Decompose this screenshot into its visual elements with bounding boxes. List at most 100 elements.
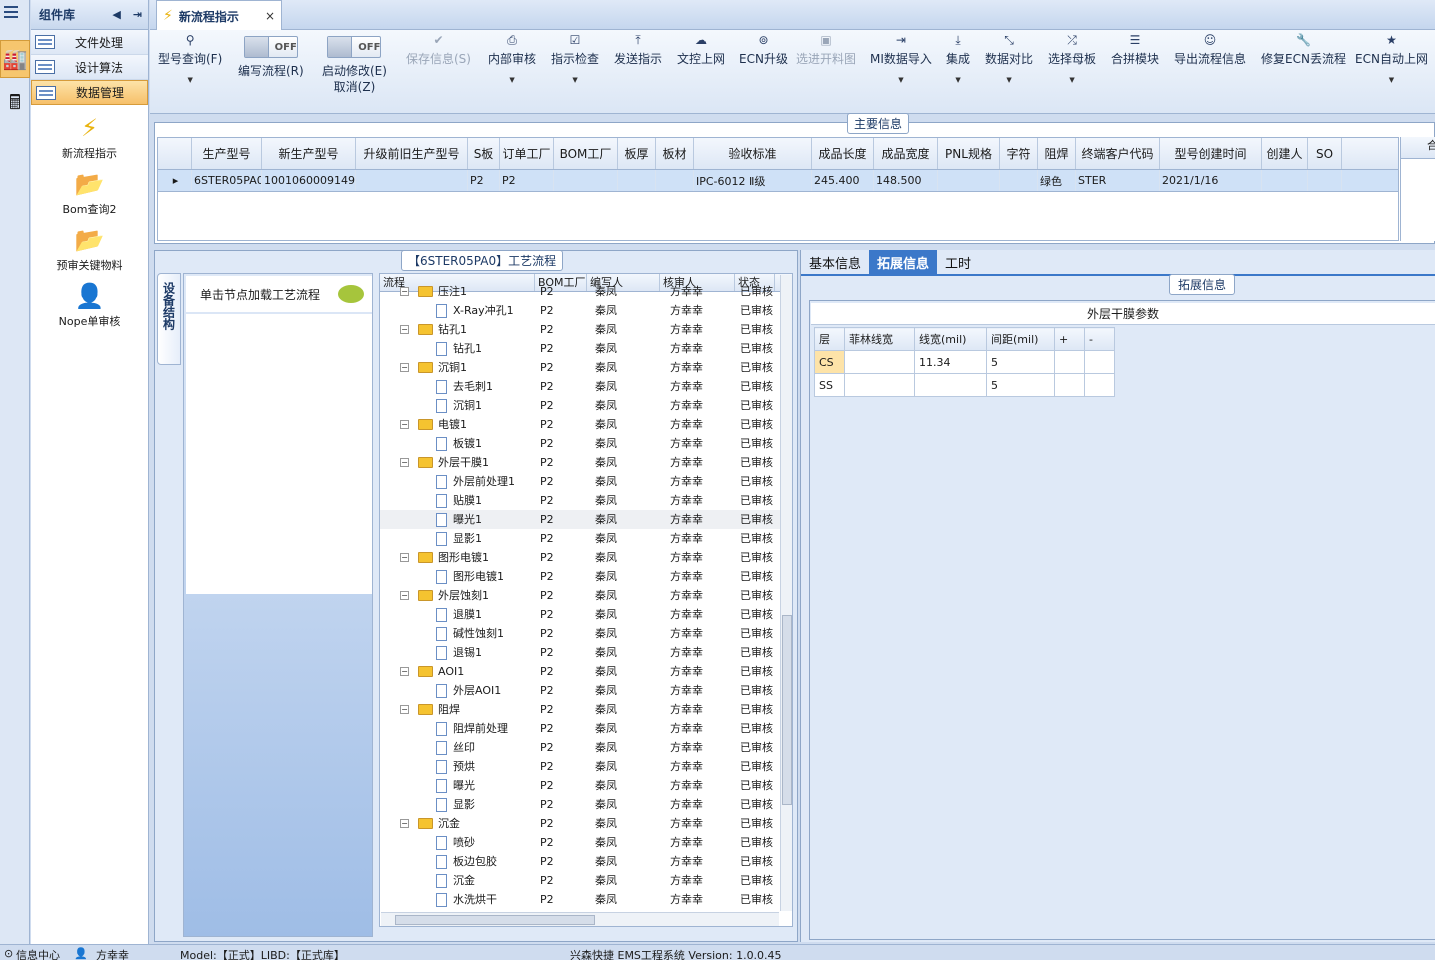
component-item[interactable]: 设计算法 — [31, 55, 148, 80]
table-row[interactable]: ▸ 6STER05PA0 10010600091493 P2 P2 IPC-6012 Ⅱ级… — [158, 170, 1398, 192]
grid-cell[interactable] — [1000, 170, 1038, 191]
grid-cell[interactable] — [618, 170, 656, 191]
grid-cell[interactable]: 2021/1/16 — [1160, 170, 1262, 191]
integrate-button[interactable]: ⤓ 集成 ▼ — [946, 30, 970, 84]
tree-row[interactable]: − 沉铜1 P2 秦凤 方幸幸 已审核 — [380, 358, 792, 377]
info-center-icon[interactable]: ⊙ — [4, 947, 13, 960]
grid-column-header[interactable]: 字符 — [1000, 138, 1038, 169]
grid-column-header[interactable]: 型号创建时间 — [1160, 138, 1262, 169]
grid-column-header[interactable]: BOM工厂 — [554, 138, 618, 169]
tree-row[interactable]: 沉金 P2 秦凤 方幸幸 已审核 — [380, 871, 792, 890]
tree-row[interactable]: 水洗烘干 P2 秦凤 方幸幸 已审核 — [380, 890, 792, 909]
tool-item[interactable]: 📂 预审关键物料 — [31, 223, 148, 273]
component-item[interactable]: 文件处理 — [31, 30, 148, 55]
tree-row[interactable]: 丝印 P2 秦凤 方幸幸 已审核 — [380, 738, 792, 757]
tree-row[interactable]: − 沉金 P2 秦凤 方幸幸 已审核 — [380, 814, 792, 833]
tool-item[interactable]: 📂 Bom查询2 — [31, 167, 148, 217]
ecn-auto-upload-button[interactable]: ★ ECN自动上网 ▼ — [1355, 30, 1428, 84]
info-center-label[interactable]: 信息中心 — [16, 947, 60, 960]
collapse-left-icon[interactable]: ◀ — [112, 8, 120, 21]
instruction-check-button[interactable]: ☑ 指示检查 ▼ — [551, 30, 599, 84]
tree-row[interactable]: 显影1 P2 秦凤 方幸幸 已审核 — [380, 529, 792, 548]
mi-import-button[interactable]: ⇥ MI数据导入 ▼ — [870, 30, 932, 84]
grid-cell[interactable] — [938, 170, 1000, 191]
collapse-icon[interactable]: − — [400, 591, 409, 600]
grid-cell[interactable] — [1308, 170, 1342, 191]
grid-cell[interactable]: IPC-6012 Ⅱ级 — [694, 170, 812, 191]
grid-column-header[interactable]: 板材 — [656, 138, 694, 169]
collapse-icon[interactable]: − — [400, 287, 409, 296]
tool-item[interactable]: 👤 Nope单审核 — [31, 279, 148, 329]
tree-row[interactable]: − 外层干膜1 P2 秦凤 方幸幸 已审核 — [380, 453, 792, 472]
grid-column-header[interactable]: 终端客户代码 — [1076, 138, 1160, 169]
tree-row[interactable]: 外层AOI1 P2 秦凤 方幸幸 已审核 — [380, 681, 792, 700]
tree-row[interactable]: − 外层蚀刻1 P2 秦凤 方幸幸 已审核 — [380, 586, 792, 605]
save-info-button[interactable]: ✔ 保存信息(S) — [406, 30, 471, 68]
collapse-icon[interactable]: − — [400, 553, 409, 562]
param-cell[interactable]: 5 — [986, 373, 1055, 397]
select-layout-button[interactable]: ▣ 选进开料图 — [796, 30, 856, 68]
tree-row[interactable]: 图形电镀1 P2 秦凤 方幸幸 已审核 — [380, 567, 792, 586]
cancel-button[interactable]: 取消(Z) — [334, 78, 376, 95]
fix-ecn-button[interactable]: 🔧 修复ECN丢流程 — [1261, 30, 1346, 68]
grid-column-header[interactable]: 新生产型号 — [262, 138, 356, 169]
param-cell[interactable] — [1084, 373, 1115, 397]
tree-row[interactable]: − AOI1 P2 秦凤 方幸幸 已审核 — [380, 662, 792, 681]
grid-cell[interactable]: STER — [1076, 170, 1160, 191]
model-query-button[interactable]: ⚲ 型号查询(F) ▼ — [158, 30, 222, 84]
tab-ext-info[interactable]: 拓展信息 — [869, 250, 938, 274]
tree-row[interactable]: 板镀1 P2 秦凤 方幸幸 已审核 — [380, 434, 792, 453]
tree-row[interactable]: 去毛刺1 P2 秦凤 方幸幸 已审核 — [380, 377, 792, 396]
menu-icon[interactable] — [4, 6, 18, 18]
grid-column-header[interactable]: S板 — [468, 138, 500, 169]
factory-icon[interactable]: 🏭 — [0, 40, 30, 78]
tree-row[interactable]: 退锡1 P2 秦凤 方幸幸 已审核 — [380, 643, 792, 662]
edit-flow-toggle[interactable]: OFF 编写流程(R) — [238, 30, 304, 80]
grid-column-header[interactable]: PNL规格 — [938, 138, 1000, 169]
grid-cell[interactable] — [554, 170, 618, 191]
close-icon[interactable]: × — [265, 9, 275, 23]
chevron-down-icon[interactable]: ▼ — [509, 76, 514, 84]
chevron-down-icon[interactable]: ▼ — [187, 76, 192, 84]
grid-cell[interactable] — [356, 170, 468, 191]
chevron-down-icon[interactable]: ▼ — [955, 76, 960, 84]
grid-cell[interactable]: 6STER05PA0 — [192, 170, 262, 191]
param-cell[interactable] — [1054, 350, 1085, 374]
tree-row[interactable]: 曝光1 P2 秦凤 方幸幸 已审核 — [380, 510, 792, 529]
tree-row[interactable]: 板边包胶 P2 秦凤 方幸幸 已审核 — [380, 852, 792, 871]
grid-column-header[interactable]: 阻焊 — [1038, 138, 1076, 169]
tree-row[interactable]: 阻焊前处理 P2 秦凤 方幸幸 已审核 — [380, 719, 792, 738]
row-indicator[interactable]: ▸ — [158, 170, 192, 191]
grid-column-header[interactable]: 订单工厂 — [500, 138, 554, 169]
tree-row[interactable]: − 钻孔1 P2 秦凤 方幸幸 已审核 — [380, 320, 792, 339]
param-cell[interactable]: SS — [814, 373, 845, 397]
param-cell[interactable] — [844, 350, 915, 374]
grid-column-header[interactable]: 生产型号 — [192, 138, 262, 169]
scroll-thumb[interactable] — [395, 915, 595, 925]
param-cell[interactable]: CS — [814, 350, 845, 374]
grid-cell[interactable]: 绿色 — [1038, 170, 1076, 191]
param-cell[interactable] — [844, 373, 915, 397]
grid-column-header[interactable]: 板厚 — [618, 138, 656, 169]
chevron-down-icon[interactable]: ▼ — [572, 76, 577, 84]
collapse-icon[interactable]: − — [400, 819, 409, 828]
param-cell[interactable] — [1054, 373, 1085, 397]
grid-column-header[interactable]: 成品长度 — [812, 138, 874, 169]
tree-row[interactable]: 退膜1 P2 秦凤 方幸幸 已审核 — [380, 605, 792, 624]
param-cell[interactable]: 5 — [986, 350, 1055, 374]
tree-row[interactable]: 预烘 P2 秦凤 方幸幸 已审核 — [380, 757, 792, 776]
chevron-down-icon[interactable]: ▼ — [1389, 76, 1394, 84]
param-cell[interactable] — [1084, 350, 1115, 374]
collapse-icon[interactable]: − — [400, 458, 409, 467]
param-header-cell[interactable]: + — [1054, 327, 1085, 351]
param-cell[interactable] — [914, 373, 987, 397]
internal-review-button[interactable]: ⎙ 内部审核 ▼ — [488, 30, 536, 84]
grid-column-header[interactable]: SO — [1308, 138, 1342, 169]
horizontal-scrollbar[interactable] — [381, 912, 779, 926]
scroll-thumb[interactable] — [782, 615, 792, 805]
chevron-down-icon[interactable]: ▼ — [898, 76, 903, 84]
tab-device-structure[interactable]: 设备结构 — [157, 273, 181, 365]
tree-row[interactable]: 贴膜1 P2 秦凤 方幸幸 已审核 — [380, 491, 792, 510]
grid-cell[interactable]: 148.500 — [874, 170, 938, 191]
merge-module-button[interactable]: ☰ 合拼模块 — [1111, 30, 1159, 68]
